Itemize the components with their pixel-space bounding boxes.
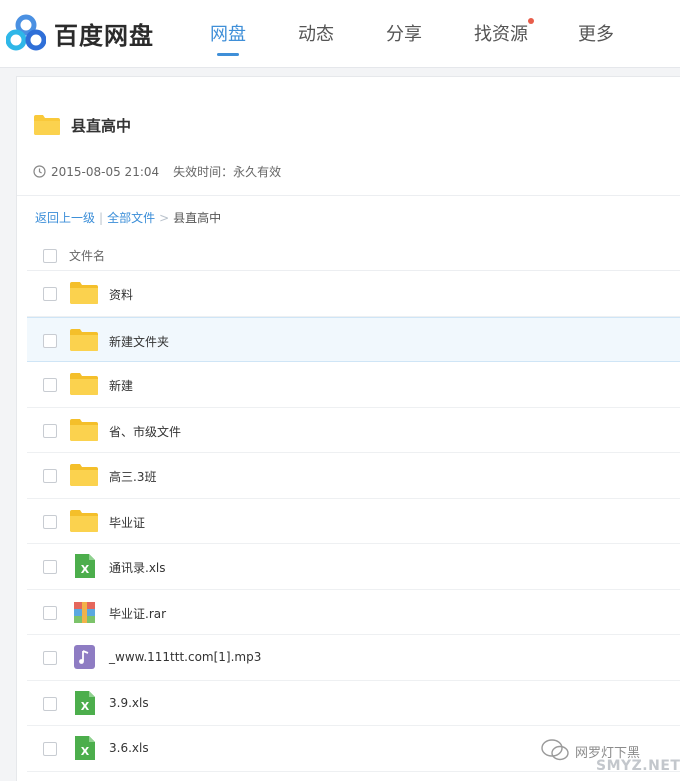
row-checkbox[interactable] bbox=[43, 333, 57, 348]
folder-icon bbox=[70, 509, 98, 532]
list-item[interactable]: X 通讯录.xls bbox=[27, 544, 680, 590]
back-link[interactable]: 返回上一级 bbox=[35, 209, 95, 226]
excel-icon: X bbox=[75, 736, 95, 760]
nav-item-activity[interactable]: 动态 bbox=[298, 20, 334, 46]
list-item[interactable]: 新建 bbox=[27, 362, 680, 408]
file-name[interactable]: 毕业证.rar bbox=[109, 605, 166, 622]
breadcrumb-arrow: > bbox=[159, 210, 170, 225]
list-item[interactable]: X 3.9.xls bbox=[27, 681, 680, 726]
row-checkbox[interactable] bbox=[43, 514, 57, 529]
file-name[interactable]: 省、市级文件 bbox=[109, 423, 181, 440]
file-name[interactable]: 3.9.xls bbox=[109, 696, 149, 710]
share-panel: 县直高中 2015-08-05 21:04 失效时间：永久有效 返回上一级 | … bbox=[16, 76, 680, 781]
file-name[interactable]: 新建 bbox=[109, 377, 133, 394]
baidu-netdisk-logo[interactable]: 百度网盘 bbox=[6, 14, 154, 52]
clock-icon bbox=[33, 165, 46, 178]
watermark-site: SMYZ.NET bbox=[596, 758, 680, 774]
folder-icon bbox=[34, 115, 60, 135]
nav-item-find-resources[interactable]: 找资源 bbox=[474, 20, 528, 46]
folder-icon bbox=[70, 282, 98, 304]
list-item[interactable]: 省、市级文件 bbox=[27, 408, 680, 453]
logo-text: 百度网盘 bbox=[54, 21, 154, 50]
row-checkbox[interactable] bbox=[43, 287, 57, 301]
folder-icon bbox=[70, 464, 98, 486]
top-header: 百度网盘 网盘 动态 分享 找资源 更多 bbox=[0, 0, 680, 68]
music-icon bbox=[74, 645, 95, 669]
file-name[interactable]: 资料 bbox=[109, 286, 133, 303]
archive-icon bbox=[74, 601, 95, 623]
expire-text: 失效时间：永久有效 bbox=[173, 165, 282, 179]
file-name[interactable]: 通讯录.xls bbox=[109, 559, 166, 576]
row-checkbox[interactable] bbox=[43, 651, 57, 665]
row-checkbox[interactable] bbox=[43, 560, 57, 574]
breadcrumb-separator: | bbox=[99, 210, 104, 225]
row-checkbox[interactable] bbox=[43, 605, 57, 620]
share-meta: 2015-08-05 21:04 失效时间：永久有效 bbox=[33, 163, 281, 180]
share-title: 县直高中 bbox=[71, 117, 132, 135]
select-all-checkbox[interactable] bbox=[43, 249, 57, 263]
file-name[interactable]: 高三.3班 bbox=[109, 468, 156, 485]
svg-text:X: X bbox=[81, 563, 90, 576]
list-item[interactable]: 毕业证.rar bbox=[27, 590, 680, 635]
list-item[interactable]: _www.111ttt.com[1].mp3 bbox=[27, 635, 680, 681]
row-checkbox[interactable] bbox=[43, 742, 57, 756]
list-item[interactable]: 新建文件夹 bbox=[27, 316, 680, 362]
column-filename: 文件名 bbox=[69, 249, 106, 263]
notification-dot bbox=[528, 18, 534, 24]
file-name[interactable]: 毕业证 bbox=[109, 514, 145, 531]
breadcrumb-current: 县直高中 bbox=[173, 211, 222, 225]
file-name[interactable]: 新建文件夹 bbox=[109, 333, 169, 350]
svg-text:X: X bbox=[81, 745, 90, 758]
file-list-header: 文件名 bbox=[27, 237, 680, 271]
list-item[interactable]: 资料 bbox=[27, 271, 680, 317]
nav-item-share[interactable]: 分享 bbox=[386, 20, 422, 46]
nav-item-more[interactable]: 更多 bbox=[578, 20, 614, 46]
nav-active-indicator bbox=[217, 53, 239, 56]
row-checkbox[interactable] bbox=[43, 378, 57, 392]
row-checkbox[interactable] bbox=[43, 696, 57, 711]
excel-icon: X bbox=[75, 690, 95, 715]
all-files-link[interactable]: 全部文件 bbox=[107, 209, 155, 226]
folder-icon bbox=[70, 373, 98, 395]
svg-text:X: X bbox=[81, 700, 90, 713]
folder-icon bbox=[70, 418, 98, 441]
folder-icon bbox=[70, 328, 98, 351]
file-list: 资料 新建文件夹 新建 省、市级文件 高三.3班 毕业证 X 通讯录.xls 毕… bbox=[27, 271, 680, 772]
nav-item-netdisk[interactable]: 网盘 bbox=[210, 20, 246, 46]
file-name[interactable]: 3.6.xls bbox=[109, 741, 149, 755]
breadcrumb: 返回上一级 | 全部文件 > 县直高中 bbox=[35, 209, 221, 226]
list-item[interactable]: 高三.3班 bbox=[27, 453, 680, 499]
file-name[interactable]: _www.111ttt.com[1].mp3 bbox=[109, 650, 261, 664]
list-item[interactable]: 毕业证 bbox=[27, 499, 680, 544]
excel-icon: X bbox=[75, 554, 95, 578]
cloud-logo-icon bbox=[6, 14, 46, 51]
row-checkbox[interactable] bbox=[43, 469, 57, 483]
wechat-icon bbox=[541, 739, 569, 761]
divider bbox=[17, 195, 680, 196]
share-date: 2015-08-05 21:04 bbox=[51, 164, 160, 179]
row-checkbox[interactable] bbox=[43, 423, 57, 438]
